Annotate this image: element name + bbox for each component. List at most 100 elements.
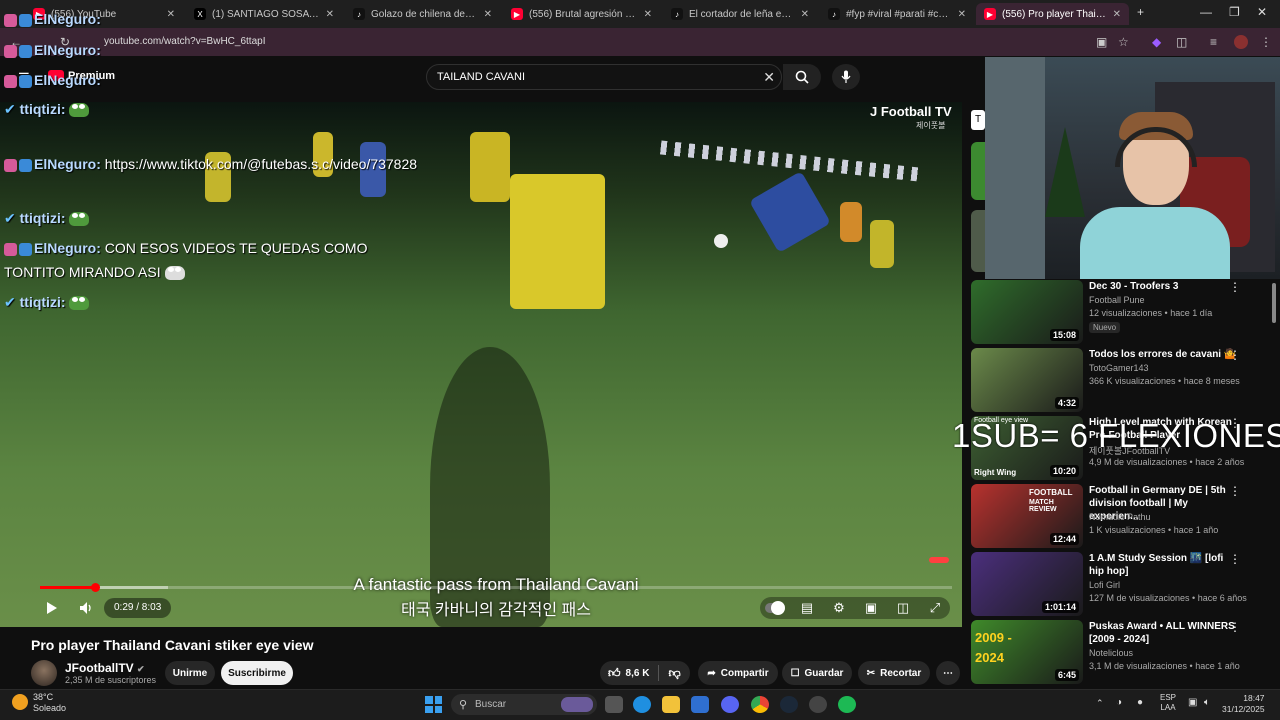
subscribe-button[interactable]: Suscribirme	[221, 661, 293, 685]
store-icon[interactable]	[691, 696, 709, 713]
chrome-icon[interactable]	[751, 696, 769, 713]
play-button[interactable]	[40, 597, 64, 619]
browser-tab[interactable]: ♪ #fyp #viral #parati #callejerofin ✕	[820, 3, 974, 25]
playlist-icon[interactable]: ≡	[1210, 35, 1217, 49]
video-progress-bar[interactable]	[40, 583, 952, 592]
search-input[interactable]: TAILAND CAVANI	[437, 71, 525, 83]
weather-sun-icon[interactable]	[12, 694, 28, 710]
video-title[interactable]: 1 A.M Study Session 🌃 [lofi hip hop]	[1089, 552, 1239, 578]
recommended-video[interactable]: 12:44 FOOTBALL MATCH REVIEW Football in Ger…	[971, 484, 1280, 548]
channel-name-text[interactable]: JFootballTV	[65, 661, 134, 675]
search-button[interactable]	[783, 64, 821, 90]
video-channel[interactable]: Nomadic Pathu	[1089, 512, 1151, 522]
weather-widget[interactable]: 38°C Soleado	[33, 692, 66, 714]
autoplay-toggle[interactable]	[764, 597, 786, 619]
browser-tab[interactable]: X (1) SANTIAGO SOSA - Search / ✕	[186, 3, 342, 25]
fullscreen-icon[interactable]: ⤢	[924, 597, 946, 619]
extensions-puzzle-icon[interactable]: ◫	[1176, 35, 1187, 49]
video-more-icon[interactable]: ⋮	[1229, 348, 1241, 362]
dislike-button[interactable]: 👎︎	[668, 666, 680, 681]
recommended-video[interactable]: 1:01:14 1 A.M Study Session 🌃 [lofi hip h…	[971, 552, 1280, 616]
volume-button[interactable]	[74, 597, 98, 619]
video-player[interactable]	[0, 102, 962, 627]
video-title[interactable]: Puskas Award • ALL WINNERS [2009 - 2024]	[1089, 620, 1239, 646]
chip-partial[interactable]: T	[971, 110, 985, 130]
clip-button[interactable]: ✂ Recortar	[858, 661, 930, 685]
channel-name[interactable]: JFootballTV ✔	[65, 661, 145, 675]
recommended-video[interactable]: 4:32 Todos los errores de cavani 🤷 TotoGam…	[971, 348, 1280, 412]
discord-icon[interactable]	[721, 696, 739, 713]
join-button[interactable]: Unirme	[165, 661, 215, 685]
cast-icon[interactable]: ◫	[892, 597, 914, 619]
mic-tray-icon[interactable]: ●	[1137, 697, 1143, 708]
tab-close-icon[interactable]: ✕	[801, 9, 809, 20]
taskbar-clock[interactable]: 18:47 31/12/2025	[1222, 693, 1265, 715]
clear-search-icon[interactable]: ✕	[763, 69, 775, 86]
browser-tab[interactable]: ♪ Golazo de chilena de McTomin ✕	[345, 3, 500, 25]
save-button[interactable]: ☐ Guardar	[782, 661, 852, 685]
video-more-icon[interactable]: ⋮	[1229, 620, 1241, 634]
url-field[interactable]: youtube.com/watch?v=BwHC_6ttapI	[104, 36, 265, 47]
video-thumbnail[interactable]: 12:44 FOOTBALL MATCH REVIEW	[971, 484, 1083, 548]
close-window-icon[interactable]: ✕	[1257, 5, 1267, 19]
browser-menu-icon[interactable]: ⋮	[1260, 35, 1272, 49]
video-thumbnail[interactable]: 15:08	[971, 280, 1083, 344]
video-more-icon[interactable]: ⋮	[1229, 552, 1241, 566]
browser-tab[interactable]: ▶ (556) Pro player Thailand C ✕	[976, 3, 1129, 25]
like-button[interactable]: 👍︎ 8,6 K	[608, 666, 649, 681]
bookmark-star-icon[interactable]: ☆	[1118, 35, 1129, 49]
share-button[interactable]: ➦ Compartir	[698, 661, 778, 685]
recommended-video[interactable]: 6:45 2009 - 2024 Puskas Award • ALL WINNER…	[971, 620, 1280, 684]
restore-icon[interactable]: ❐	[1229, 5, 1240, 19]
speaker-icon[interactable]: 🔈︎	[1204, 697, 1210, 708]
new-tab-button[interactable]: +	[1137, 5, 1144, 19]
video-title[interactable]: Todos los errores de cavani 🤷	[1089, 348, 1239, 361]
steam-icon[interactable]	[780, 696, 798, 713]
app-icon[interactable]	[809, 696, 827, 713]
channel-avatar[interactable]	[31, 660, 57, 686]
search-box[interactable]: TAILAND CAVANI ✕	[426, 64, 782, 90]
taskbar-search[interactable]: ⚲ Buscar	[451, 694, 597, 715]
video-thumbnail[interactable]: 6:45 2009 - 2024	[971, 620, 1083, 684]
voice-search-button[interactable]	[832, 64, 860, 90]
tab-close-icon[interactable]: ✕	[484, 9, 492, 20]
profile-avatar[interactable]	[1234, 35, 1248, 49]
progress-scrubber[interactable]	[90, 583, 100, 592]
language-indicator[interactable]: ESP LAA	[1160, 693, 1176, 713]
settings-gear-icon[interactable]: ⚙	[828, 597, 850, 619]
tab-close-icon[interactable]: ✕	[958, 9, 966, 20]
display-icon[interactable]: ▣	[1188, 697, 1197, 708]
file-explorer-icon[interactable]	[662, 696, 680, 713]
video-channel[interactable]: TotoGamer143	[1089, 363, 1149, 373]
subtitles-icon[interactable]: ▤	[796, 597, 818, 619]
tab-close-icon[interactable]: ✕	[644, 9, 652, 20]
video-channel[interactable]: Noteliclous	[1089, 648, 1133, 658]
tab-close-icon[interactable]: ✕	[167, 9, 175, 20]
spotify-icon[interactable]	[838, 696, 856, 713]
browser-tab[interactable]: ♪ El cortador de leña en el fútbol ✕	[663, 3, 817, 25]
video-thumbnail[interactable]: 1:01:14	[971, 552, 1083, 616]
tab-close-icon[interactable]: ✕	[1113, 9, 1121, 20]
network-icon[interactable]: ◑	[1116, 697, 1122, 708]
more-actions-button[interactable]: ⋯	[936, 661, 960, 685]
tab-close-icon[interactable]: ✕	[326, 9, 334, 20]
extension-icon[interactable]: ◆	[1152, 35, 1161, 49]
video-title[interactable]: Dec 30 - Troofers 3	[1089, 280, 1239, 293]
sidebar-scrollbar[interactable]	[1272, 283, 1276, 323]
video-thumbnail[interactable]: 4:32	[971, 348, 1083, 412]
video-more-icon[interactable]: ⋮	[1229, 484, 1241, 498]
miniplayer-icon[interactable]: ▣	[860, 597, 882, 619]
windows-start-icon[interactable]	[425, 696, 442, 713]
install-app-icon[interactable]: ▣	[1096, 35, 1107, 49]
video-more-icon[interactable]: ⋮	[1229, 280, 1241, 294]
edge-icon[interactable]	[633, 696, 651, 713]
browser-tab[interactable]: ▶ (556) Brutal agresión de un fut ✕	[503, 3, 660, 25]
recommendation-thumb-partial[interactable]	[971, 142, 985, 200]
video-channel[interactable]: Football Pune	[1089, 295, 1145, 305]
task-view-icon[interactable]	[605, 696, 623, 713]
video-channel[interactable]: Lofi Girl	[1089, 580, 1120, 590]
tray-overflow-icon[interactable]: ⌃	[1096, 698, 1104, 709]
recommended-video[interactable]: 15:08 Dec 30 - Troofers 3 Football Pune 12 …	[971, 280, 1280, 344]
recommendation-thumb-partial[interactable]	[971, 210, 985, 272]
minimize-icon[interactable]: —	[1200, 5, 1212, 19]
